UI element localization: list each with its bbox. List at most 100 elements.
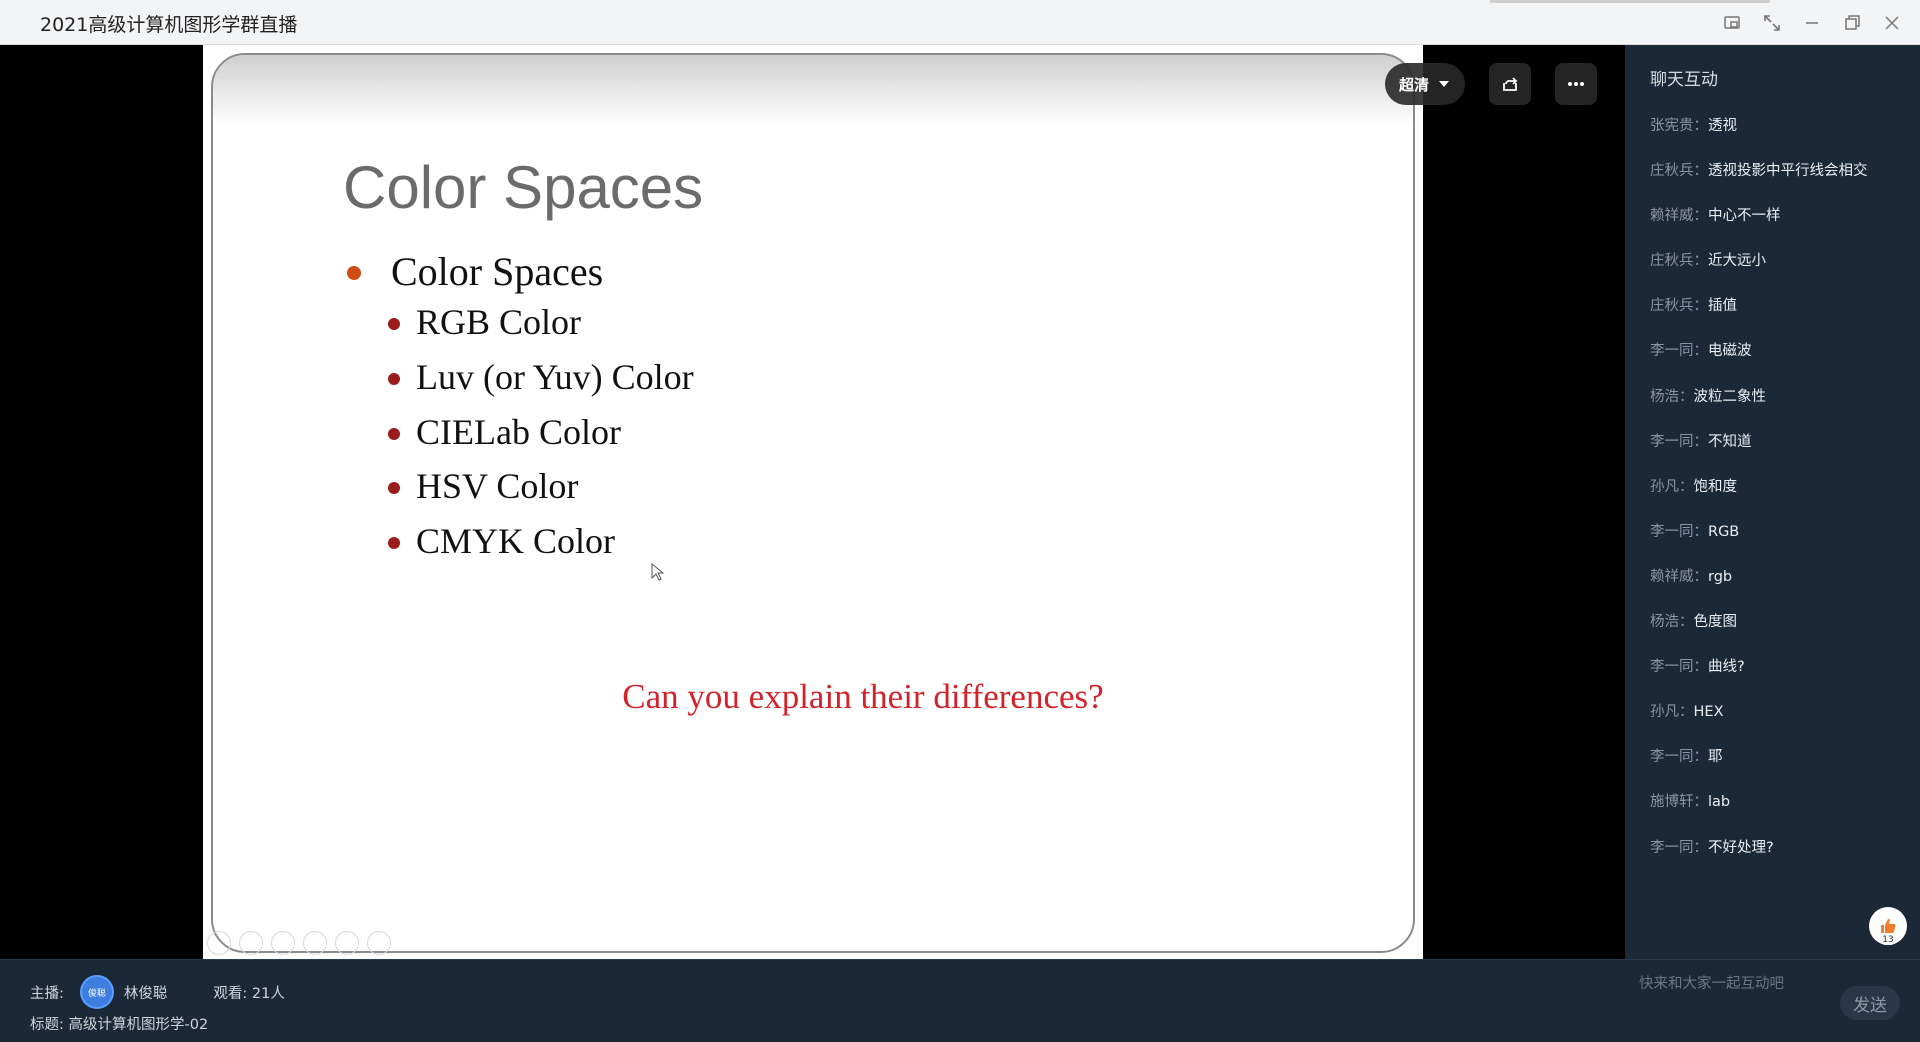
chat-message: 李一同：曲线?	[1650, 657, 1910, 702]
chat-text: 不好处理?	[1708, 839, 1774, 856]
chat-separator: ：	[1693, 568, 1709, 585]
chat-separator: ：	[1679, 478, 1694, 495]
chat-message: 李一同：耶	[1650, 747, 1910, 792]
fullscreen-button[interactable]	[1752, 3, 1792, 43]
chat-author[interactable]: 孙凡	[1650, 479, 1679, 495]
chat-message: 庄秋兵：近大远小	[1650, 251, 1910, 296]
slide-header-shade	[213, 55, 1413, 125]
zoom-icon[interactable]	[335, 931, 359, 955]
player-controls: 超清	[1385, 63, 1598, 105]
window-title: 2021高级计算机图形学群直播	[40, 14, 298, 36]
chat-author[interactable]: 张宪贵	[1650, 118, 1694, 134]
chat-text: lab	[1708, 794, 1731, 811]
chat-author[interactable]: 赖祥威	[1650, 208, 1694, 224]
chat-message: 李一同：不知道	[1650, 432, 1910, 477]
chat-message: 杨浩：色度图	[1650, 612, 1910, 657]
chat-author[interactable]: 李一同	[1650, 749, 1694, 765]
chat-header: 聊天互动	[1650, 70, 1718, 90]
chat-author[interactable]: 赖祥威	[1650, 569, 1694, 585]
slide-toolbar	[207, 931, 391, 955]
sub-bullet-text: HSV Color	[416, 466, 579, 506]
chat-text: HEX	[1693, 704, 1724, 721]
bullet-dot	[388, 318, 400, 330]
chat-message: 李一同：不好处理?	[1650, 838, 1910, 883]
chat-text: 饱和度	[1693, 478, 1738, 495]
chat-text: 透视投影中平行线会相交	[1708, 163, 1868, 180]
topic-label: 标题: 高级计算机图形学-02	[30, 1017, 209, 1033]
avatar[interactable]: 俊聪	[79, 975, 114, 1009]
minimize-button[interactable]	[1792, 3, 1832, 43]
bullet-dot	[388, 482, 400, 494]
chat-author[interactable]: 李一同	[1650, 659, 1694, 675]
more-options-icon[interactable]	[367, 931, 391, 955]
chat-input[interactable]	[1639, 972, 1829, 996]
bullet-dot	[347, 266, 361, 280]
pen-icon[interactable]	[271, 931, 295, 955]
bullet-dot	[388, 428, 400, 440]
chat-author[interactable]: 施博轩	[1650, 794, 1694, 810]
chat-author[interactable]: 庄秋兵	[1650, 253, 1694, 269]
chat-text: 不知道	[1708, 433, 1752, 450]
chat-author[interactable]: 李一同	[1650, 434, 1694, 450]
chat-message-list[interactable]: 张宪贵：透视 庄秋兵：透视投影中平行线会相交 赖祥威：中心不一样 庄秋兵：近大远小 庄秋…	[1650, 116, 1910, 883]
chat-text: 近大远小	[1708, 253, 1766, 270]
chat-separator: ：	[1693, 749, 1709, 766]
chat-text: 插值	[1708, 298, 1737, 315]
chat-panel: 聊天互动 张宪贵：透视 庄秋兵：透视投影中平行线会相交 赖祥威：中心不一样 庄秋兵：近…	[1625, 45, 1920, 959]
chat-text: 中心不一样	[1708, 208, 1781, 225]
chat-author[interactable]: 李一同	[1650, 343, 1694, 359]
sub-bullet-text: CIELab Color	[416, 412, 621, 452]
chat-message: 庄秋兵：插值	[1650, 296, 1910, 341]
quality-selector[interactable]: 超清	[1385, 63, 1466, 105]
chat-author[interactable]: 孙凡	[1650, 704, 1679, 720]
slide-title: Color Spaces	[343, 154, 704, 221]
chat-text: 透视	[1708, 118, 1737, 134]
prev-slide-icon[interactable]	[207, 931, 231, 955]
chat-author[interactable]: 庄秋兵	[1650, 298, 1694, 314]
window-controls	[1712, 0, 1912, 45]
chat-message: 施博轩：lab	[1650, 792, 1910, 837]
mini-window-button[interactable]	[1712, 3, 1752, 43]
chat-separator: ：	[1693, 208, 1709, 225]
like-button[interactable]: 13	[1869, 907, 1907, 945]
more-button[interactable]	[1555, 63, 1598, 105]
chat-text: 耶	[1708, 749, 1723, 766]
viewer-count: 观看: 21人	[213, 985, 285, 1002]
restore-button[interactable]	[1832, 3, 1872, 43]
chat-message: 赖祥威：中心不一样	[1650, 206, 1910, 251]
mini-window-icon	[1724, 15, 1740, 29]
share-button[interactable]	[1489, 63, 1532, 105]
chat-text: RGB	[1708, 523, 1740, 540]
chat-author[interactable]: 庄秋兵	[1650, 163, 1694, 179]
chat-separator: ：	[1693, 839, 1709, 856]
chat-text: 色度图	[1693, 614, 1738, 631]
chat-separator: ：	[1693, 433, 1709, 450]
slide-frame: Color Spaces Color Spaces RGB Color Luv …	[211, 53, 1415, 953]
minimize-icon	[1806, 21, 1818, 24]
chat-message: 孙凡：饱和度	[1650, 477, 1910, 522]
title-bar: 2021高级计算机图形学群直播	[0, 0, 1920, 45]
like-count: 13	[1880, 935, 1896, 945]
chat-message: 赖祥威：rgb	[1650, 567, 1910, 612]
chat-message: 李一同：RGB	[1650, 522, 1910, 567]
chat-separator: ：	[1693, 794, 1709, 811]
chat-author[interactable]: 杨浩	[1650, 614, 1679, 630]
chat-separator: ：	[1693, 298, 1709, 315]
slides-icon[interactable]	[303, 931, 327, 955]
host-row: 主播: 俊聪 林俊聪 观看: 21人	[30, 975, 285, 1009]
bullet-dot	[388, 537, 400, 549]
close-button[interactable]	[1872, 3, 1912, 43]
chat-separator: ：	[1679, 388, 1694, 405]
sub-bullet-text: Luv (or Yuv) Color	[416, 357, 694, 397]
restore-icon	[1845, 14, 1860, 30]
chat-message: 张宪贵：透视	[1650, 116, 1910, 161]
chat-author[interactable]: 李一同	[1650, 524, 1694, 540]
chat-author[interactable]: 李一同	[1650, 840, 1694, 856]
chat-message: 杨浩：波粒二象性	[1650, 387, 1910, 432]
chat-author[interactable]: 杨浩	[1650, 389, 1679, 405]
chat-text: 波粒二象性	[1693, 388, 1767, 405]
bullet-text: Color Spaces	[391, 249, 604, 294]
video-player[interactable]: Color Spaces Color Spaces RGB Color Luv …	[0, 45, 1625, 959]
send-button[interactable]: 发送	[1840, 986, 1900, 1020]
next-slide-icon[interactable]	[239, 931, 263, 955]
